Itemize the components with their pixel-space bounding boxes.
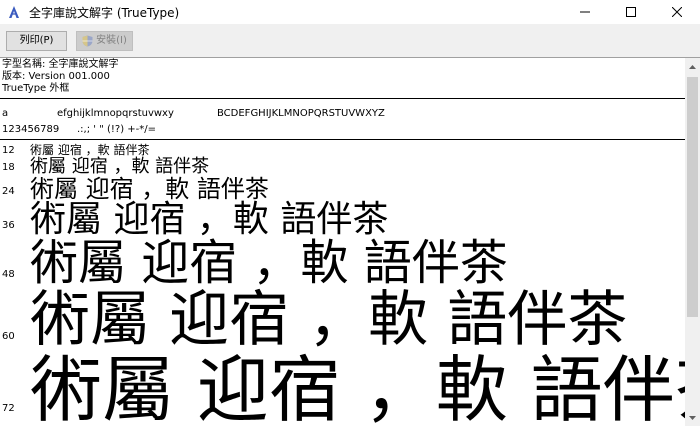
sample-size-label: 72: [2, 403, 15, 414]
font-name-line: 字型名稱: 全字庫說文解字: [2, 59, 119, 70]
close-button[interactable]: [654, 0, 700, 24]
sample-text: 術屬 迎宿 ，軟 語伴茶: [30, 199, 389, 240]
sample-size-label: 18: [2, 162, 15, 173]
sample-text: 術屬 迎宿 ，軟 語伴茶: [30, 285, 628, 355]
chevron-down-icon: [689, 415, 696, 420]
caption-buttons: [562, 0, 700, 24]
font-type-line: TrueType 外框: [2, 83, 70, 94]
sample-size-label: 24: [2, 186, 15, 197]
scroll-down-button[interactable]: [685, 409, 700, 426]
minimize-button[interactable]: [562, 0, 608, 24]
title-bar[interactable]: 全字庫說文解字 (TrueType): [0, 0, 700, 24]
window-title: 全字庫說文解字 (TrueType): [29, 5, 180, 20]
sample-size-label: 60: [2, 331, 15, 342]
scroll-thumb[interactable]: [687, 77, 698, 317]
sample-text: 術屬 迎宿 ，軟 語伴茶: [30, 156, 210, 177]
charset-lowercase-a: a: [2, 108, 9, 119]
install-button[interactable]: 安裝(I): [76, 31, 133, 51]
chevron-up-icon: [689, 64, 696, 69]
uac-shield-icon: [82, 35, 93, 47]
toolbar: 列印(P) 安裝(I): [0, 24, 700, 58]
sample-size-label: 12: [2, 145, 15, 156]
sample-text: 術屬 迎宿 ，軟 語伴茶: [30, 348, 685, 426]
maximize-button[interactable]: [608, 0, 654, 24]
vertical-scrollbar[interactable]: [685, 58, 700, 426]
charset-lowercase: efghijklmnopqrstuvwxy: [57, 108, 174, 119]
font-app-icon: [7, 5, 21, 19]
scroll-up-button[interactable]: [685, 58, 700, 75]
sample-size-label: 48: [2, 269, 15, 280]
maximize-icon: [626, 7, 636, 17]
font-viewer-window: 全字庫說文解字 (TrueType) 列印(P) 安裝(I) 字型名稱: 全字庫…: [0, 0, 700, 426]
sample-size-label: 36: [2, 220, 15, 231]
charset-uppercase: BCDEFGHIJKLMNOPQRSTUVWXYZ: [217, 108, 385, 119]
sample-text: 術屬 迎宿 ，軟 語伴茶: [30, 235, 508, 291]
print-button[interactable]: 列印(P): [6, 31, 67, 51]
sample-text: 術屬 迎宿 ，軟 語伴茶: [30, 143, 150, 157]
font-preview-area: 字型名稱: 全字庫說文解字 版本: Version 001.000 TrueTy…: [0, 58, 685, 426]
charset-digits: 123456789: [2, 124, 60, 135]
charset-punctuation: .:,; ' " (!?) +-*/=: [77, 124, 157, 135]
minimize-icon: [580, 11, 590, 13]
divider: [0, 98, 685, 99]
install-button-label: 安裝(I): [96, 35, 127, 46]
divider: [0, 139, 685, 140]
font-version-line: 版本: Version 001.000: [2, 71, 110, 82]
print-button-label: 列印(P): [19, 35, 54, 46]
close-icon: [672, 7, 682, 17]
